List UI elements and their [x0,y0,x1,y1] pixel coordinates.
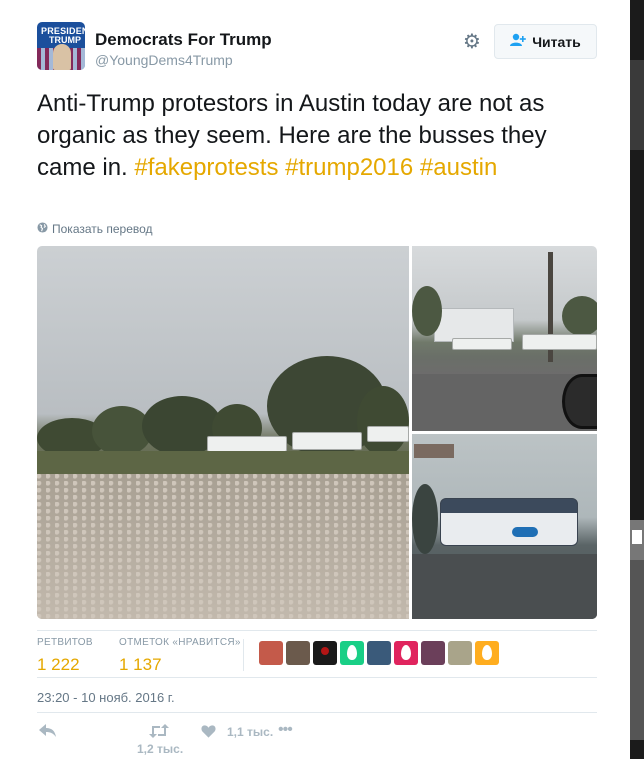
tweet-actions: 1,2 тыс. 1,1 тыс. ••• [37,720,597,756]
follow-button[interactable]: Читать [494,24,597,59]
liker-avatar[interactable] [367,641,391,665]
likes-stat[interactable]: ОТМЕТОК «НРАВИТСЯ» 1 137 [119,637,241,675]
heart-icon[interactable] [201,722,216,742]
liker-avatars [259,641,499,665]
media-grid [37,246,597,619]
author-handle[interactable]: @YoungDems4Trump [95,52,233,68]
author-name[interactable]: Democrats For Trump [95,30,272,50]
tweet-text: Anti-Trump protestors in Austin today ar… [37,88,597,184]
tweet-timestamp[interactable]: 23:20 - 10 нояб. 2016 г. [37,690,175,705]
more-icon[interactable]: ••• [278,720,293,740]
retweet-count: 1,2 тыс. [137,742,184,756]
retweets-count: 1 222 [37,655,80,674]
tweet-stats: РЕТВИТОВ 1 222 ОТМЕТОК «НРАВИТСЯ» 1 137 [37,630,597,678]
avatar-text: TRUMP [49,35,81,45]
hashtag-link[interactable]: #fakeprotests [134,154,278,181]
hashtag-link[interactable]: #austin [420,154,497,181]
liker-avatar[interactable] [259,641,283,665]
tweet-text-part [413,154,420,181]
stats-divider [243,639,244,671]
globe-icon [37,222,48,236]
liker-avatar[interactable] [340,641,364,665]
add-user-icon [510,33,527,50]
liker-avatar[interactable] [475,641,499,665]
retweets-stat[interactable]: РЕТВИТОВ 1 222 [37,637,93,675]
divider [37,712,597,713]
avatar[interactable]: PRESIDENT TRUMP [37,22,85,70]
gear-icon[interactable]: ⚙ [461,31,483,53]
reply-icon[interactable] [39,722,57,742]
follow-label: Читать [532,33,581,50]
photo-top-right[interactable] [412,246,597,431]
retweet-icon[interactable] [149,722,169,742]
liker-avatar[interactable] [394,641,418,665]
translate-label: Показать перевод [52,222,153,236]
like-count: 1,1 тыс. [227,725,274,739]
liker-avatar[interactable] [421,641,445,665]
liker-avatar[interactable] [448,641,472,665]
liker-avatar[interactable] [286,641,310,665]
retweets-label: РЕТВИТОВ [37,637,93,648]
likes-count: 1 137 [119,655,162,674]
likes-label: ОТМЕТОК «НРАВИТСЯ» [119,637,241,648]
photo-bottom-right[interactable] [412,434,597,619]
photo-main[interactable] [37,246,409,619]
tweet-card: PRESIDENT TRUMP Democrats For Trump @You… [0,0,630,759]
translate-link[interactable]: Показать перевод [37,222,153,236]
page-edge-strip [630,0,644,759]
liker-avatar[interactable] [313,641,337,665]
hashtag-link[interactable]: #trump2016 [285,154,413,181]
